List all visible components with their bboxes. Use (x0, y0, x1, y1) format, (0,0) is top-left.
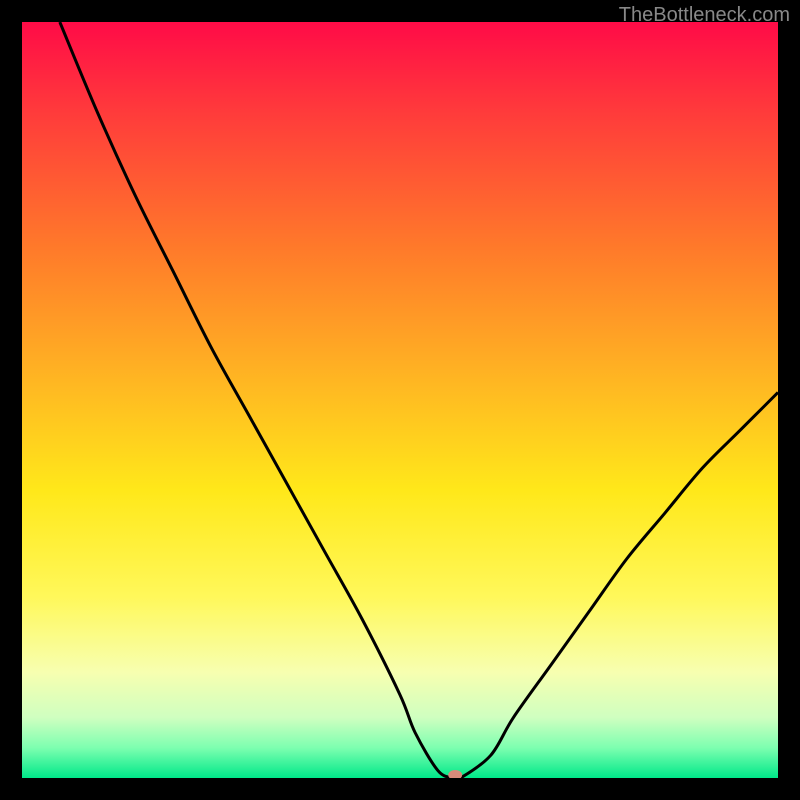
chart-background (22, 22, 778, 778)
chart-svg (22, 22, 778, 778)
chart-frame (22, 22, 778, 778)
watermark-text: TheBottleneck.com (619, 4, 790, 27)
